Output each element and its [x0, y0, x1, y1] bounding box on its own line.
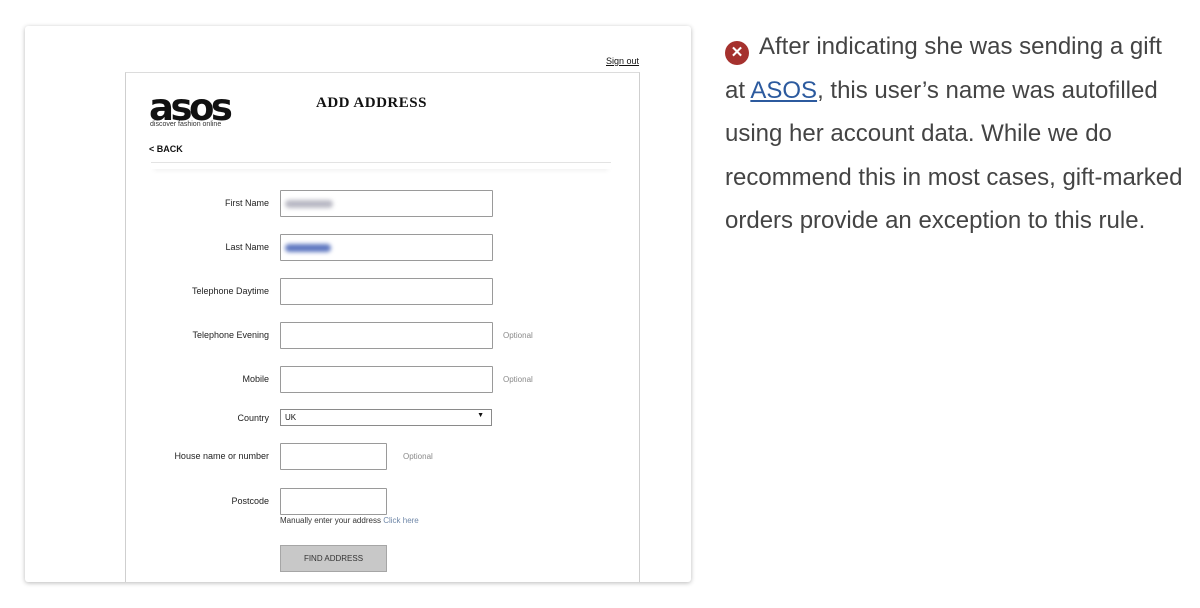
last-name-field[interactable] — [280, 234, 493, 261]
postcode-field[interactable] — [280, 488, 387, 515]
postcode-label: Postcode — [231, 496, 269, 506]
country-label: Country — [237, 413, 269, 423]
telephone-daytime-label: Telephone Daytime — [191, 286, 269, 296]
telephone-evening-label: Telephone Evening — [192, 330, 269, 340]
last-name-label: Last Name — [225, 242, 269, 252]
logo-tagline: discover fashion online — [150, 121, 222, 128]
back-link[interactable]: < BACK — [149, 144, 183, 154]
country-select[interactable]: UK ▼ — [280, 409, 492, 426]
screenshot-card: Sign out asos discover fashion online AD… — [25, 26, 691, 582]
house-label: House name or number — [174, 451, 269, 461]
mobile-optional: Optional — [503, 375, 533, 384]
page-title: ADD ADDRESS — [316, 95, 427, 111]
telephone-evening-optional: Optional — [503, 331, 533, 340]
dropdown-arrow-icon: ▼ — [477, 412, 484, 419]
annotation-text: ✕ After indicating she was sending a gift… — [725, 25, 1185, 243]
first-name-value-blurred — [285, 200, 333, 208]
find-address-button[interactable]: FIND ADDRESS — [280, 545, 387, 572]
first-name-field[interactable] — [280, 190, 493, 217]
country-selected-value: UK — [285, 413, 297, 422]
last-name-value-blurred — [285, 244, 331, 252]
header-divider — [151, 162, 611, 169]
telephone-daytime-field[interactable] — [280, 278, 493, 305]
mobile-label: Mobile — [242, 374, 269, 384]
logo-wordmark: asos — [149, 86, 233, 129]
sign-out-link[interactable]: Sign out — [606, 56, 639, 66]
asos-logo[interactable]: asos discover fashion online — [149, 86, 249, 131]
manual-entry-text: Manually enter your address — [280, 516, 381, 525]
manual-entry-line: Manually enter your address Click here — [280, 516, 419, 525]
manual-entry-link[interactable]: Click here — [383, 516, 419, 525]
asos-link[interactable]: ASOS — [750, 77, 817, 104]
telephone-evening-field[interactable] — [280, 322, 493, 349]
first-name-label: First Name — [224, 198, 269, 208]
house-field[interactable] — [280, 443, 387, 470]
house-optional: Optional — [403, 452, 433, 461]
error-x-icon: ✕ — [725, 41, 749, 65]
mobile-field[interactable] — [280, 366, 493, 393]
